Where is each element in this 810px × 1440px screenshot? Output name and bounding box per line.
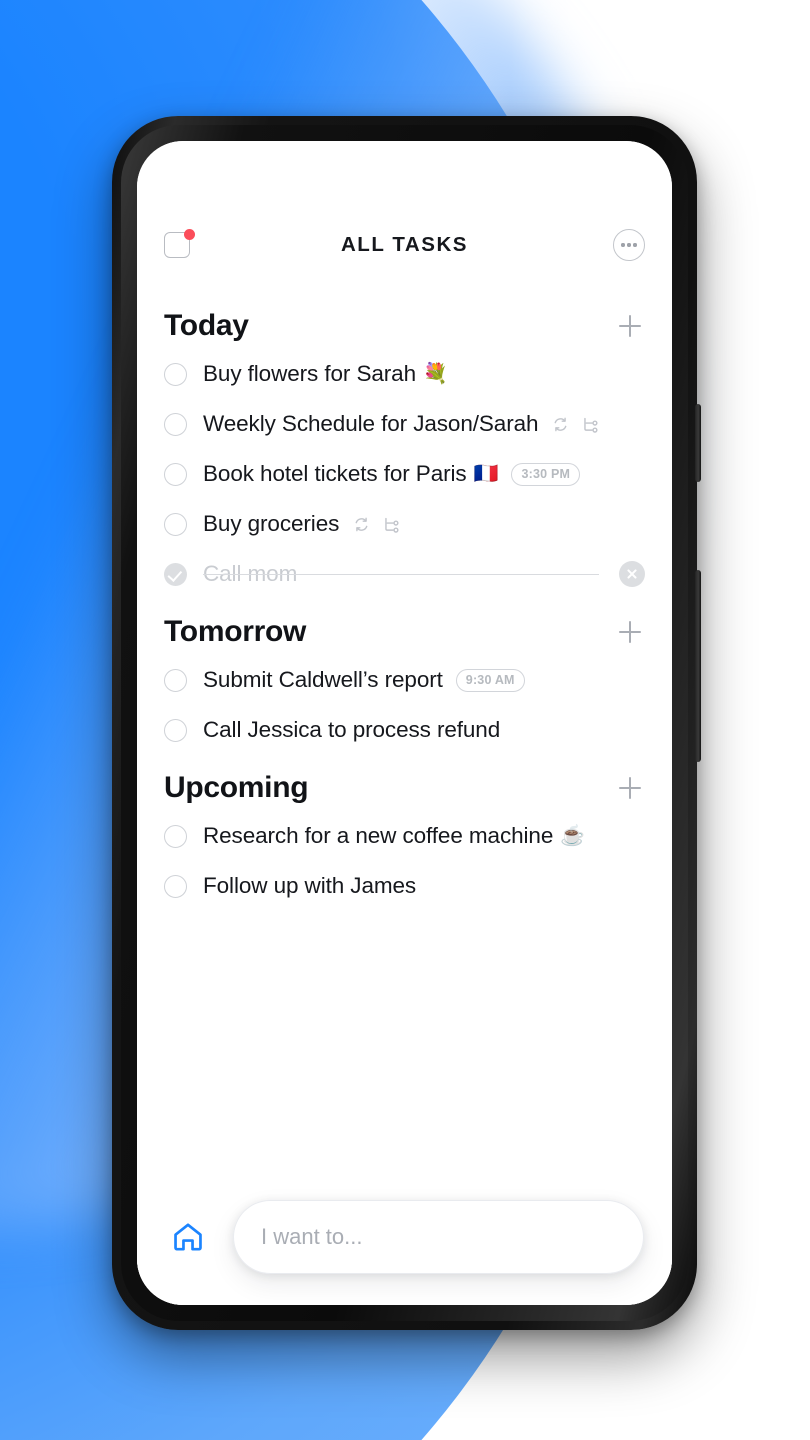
task-emoji: ☕ [560,825,586,847]
inbox-square-icon[interactable] [164,229,196,261]
task-label: Weekly Schedule for Jason/Sarah [203,411,539,436]
task-time-badge: 3:30 PM [511,462,581,486]
repeat-icon [551,415,570,434]
task-checkbox[interactable] [164,824,187,848]
task-strikethrough [203,574,599,576]
composer-field[interactable] [233,1200,644,1274]
repeat-icon [352,515,371,534]
add-task-button[interactable] [615,311,645,341]
power-button[interactable] [695,570,701,762]
task-checkbox-checked[interactable] [164,562,187,586]
task-label: Research for a new coffee machine [203,823,554,848]
more-dot [633,243,637,247]
task-label: Buy groceries [203,511,340,536]
task-checkbox[interactable] [164,874,187,898]
subtask-icon [382,515,401,534]
task-row[interactable]: Research for a new coffee machine ☕ [164,811,645,861]
task-label: Follow up with James [203,873,417,898]
section-header: Tomorrow [164,599,645,655]
task-row[interactable]: Buy groceries [164,499,645,549]
task-meta-icons [551,415,600,434]
task-emoji: 💐 [423,363,448,385]
task-row[interactable]: Call Jessica to process refund [164,705,645,755]
bottom-bar [137,1189,672,1305]
inbox-notification-badge [184,229,195,240]
task-checkbox[interactable] [164,462,187,486]
volume-button[interactable] [695,404,701,482]
task-time-badge: 9:30 AM [455,668,525,692]
task-checkbox[interactable] [164,718,187,742]
task-label: Book hotel tickets for Paris [203,461,467,486]
task-row[interactable]: Book hotel tickets for Paris 🇫🇷 3:30 PM [164,449,645,499]
phone-device-frame: ALL TASKS Today Buy flowers for Sarah 💐 Wee… [112,116,701,1330]
section-title: Today [164,309,249,342]
phone-screen: ALL TASKS Today Buy flowers for Sarah 💐 Wee… [137,141,672,1305]
section-header: Today [164,293,645,349]
task-row[interactable]: Weekly Schedule for Jason/Sarah [164,399,645,449]
task-row[interactable]: Submit Caldwell’s report 9:30 AM [164,655,645,705]
task-checkbox[interactable] [164,668,187,692]
home-icon[interactable] [165,1214,211,1260]
page-title: ALL TASKS [340,233,469,256]
app-header: ALL TASKS [137,197,672,293]
subtask-icon [581,415,600,434]
add-task-button[interactable] [615,773,645,803]
task-checkbox[interactable] [164,512,187,536]
more-dot [627,243,631,247]
task-row[interactable]: Call mom [164,549,645,599]
section-title: Tomorrow [164,615,307,648]
task-emoji: 🇫🇷 [473,463,499,485]
task-meta-icons [352,515,401,534]
task-label: Call Jessica to process refund [203,717,501,742]
task-list-scroll[interactable]: Today Buy flowers for Sarah 💐 Weekly Schedu… [137,293,672,1189]
section-title: Upcoming [164,771,309,804]
remove-task-button[interactable] [619,561,645,587]
task-row[interactable]: Buy flowers for Sarah 💐 [164,349,645,399]
more-horizontal-icon[interactable] [613,229,645,261]
more-dot [621,243,625,247]
composer-input[interactable] [261,1224,616,1250]
task-label: Buy flowers for Sarah [203,361,416,386]
task-row[interactable]: Follow up with James [164,861,645,911]
task-checkbox[interactable] [164,412,187,436]
add-task-button[interactable] [615,617,645,647]
task-checkbox[interactable] [164,362,187,386]
section-header: Upcoming [164,755,645,811]
task-label: Submit Caldwell’s report [203,667,443,692]
todo-app: ALL TASKS Today Buy flowers for Sarah 💐 Wee… [137,141,672,1305]
